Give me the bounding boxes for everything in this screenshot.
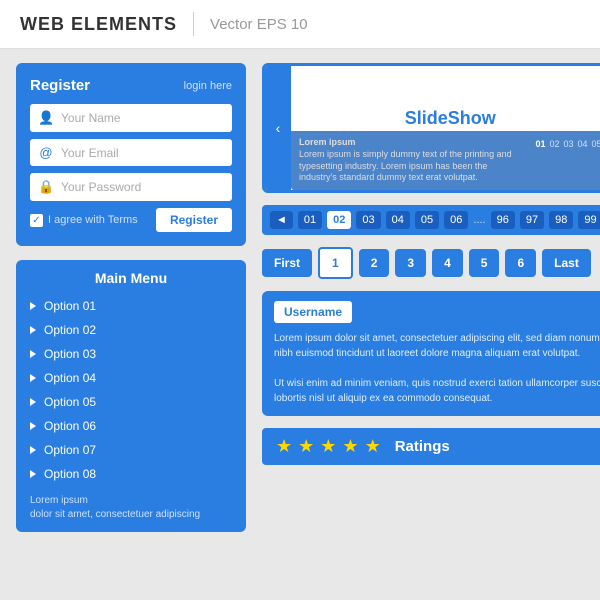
- lorem-title: Lorem ipsum: [299, 137, 356, 147]
- slideshow-dots: 01 02 03 04 05: [535, 139, 600, 149]
- slide-dot-4[interactable]: 04: [577, 139, 587, 149]
- lorem-text: Lorem ipsum is simply dummy text of the …: [299, 149, 512, 182]
- register-button[interactable]: Register: [156, 208, 232, 232]
- menu-item-label-7: Option 07: [44, 443, 96, 457]
- menu-item-5[interactable]: Option 05: [16, 390, 246, 414]
- header-title: WEB ELEMENTS: [20, 14, 177, 35]
- star-3[interactable]: ★: [320, 436, 336, 457]
- nav-page-5[interactable]: 5: [469, 249, 500, 277]
- menu-item-1[interactable]: Option 01: [16, 294, 246, 318]
- menu-item-label-5: Option 05: [44, 395, 96, 409]
- nav-page-4[interactable]: 4: [432, 249, 463, 277]
- slideshow-prev-button[interactable]: ‹: [265, 66, 291, 190]
- pagination-ellipsis: ....: [473, 214, 485, 226]
- nav-first-button[interactable]: First: [262, 249, 312, 277]
- menu-item-8[interactable]: Option 08: [16, 462, 246, 486]
- menu-arrow-icon: [30, 470, 36, 478]
- comment-text-2: Ut wisi enim ad minim veniam, quis nostr…: [274, 376, 600, 406]
- name-placeholder: Your Name: [61, 111, 121, 125]
- menu-item-label-2: Option 02: [44, 323, 96, 337]
- slideshow-bottom: Lorem ipsum Lorem ipsum is simply dummy …: [291, 131, 600, 190]
- ratings-label: Ratings: [395, 438, 450, 455]
- nav-last-button[interactable]: Last: [542, 249, 591, 277]
- name-input-field[interactable]: 👤 Your Name: [30, 104, 232, 132]
- pag-page-04[interactable]: 04: [386, 211, 410, 229]
- left-column: Register login here 👤 Your Name @ Your E…: [16, 63, 246, 532]
- comment-card: Username Lorem ipsum dolor sit amet, con…: [262, 291, 600, 416]
- nav-page-3[interactable]: 3: [395, 249, 426, 277]
- menu-footer-text: Lorem ipsumdolor sit amet, consectetuer …: [30, 495, 200, 520]
- header-divider: [193, 12, 194, 36]
- password-input-field[interactable]: 🔒 Your Password: [30, 173, 232, 201]
- register-footer: ✓ I agree with Terms Register: [30, 208, 232, 232]
- pag-page-96[interactable]: 96: [491, 211, 515, 229]
- menu-item-4[interactable]: Option 04: [16, 366, 246, 390]
- main-layout: Register login here 👤 Your Name @ Your E…: [0, 49, 600, 546]
- comment-username: Username: [274, 301, 352, 323]
- register-header: Register login here: [30, 77, 232, 94]
- agree-checkbox[interactable]: ✓: [30, 214, 43, 227]
- email-placeholder: Your Email: [61, 146, 119, 160]
- agree-text: I agree with Terms: [48, 214, 138, 226]
- slideshow-label: SlideShow: [405, 108, 496, 129]
- pag-page-97[interactable]: 97: [520, 211, 544, 229]
- slide-dot-3[interactable]: 03: [563, 139, 573, 149]
- login-link[interactable]: login here: [184, 80, 232, 92]
- pag-page-05[interactable]: 05: [415, 211, 439, 229]
- email-icon: @: [38, 145, 54, 160]
- lock-icon: 🔒: [38, 179, 54, 195]
- pag-page-01[interactable]: 01: [298, 211, 322, 229]
- menu-item-6[interactable]: Option 06: [16, 414, 246, 438]
- slide-dot-1[interactable]: 01: [535, 139, 545, 149]
- slideshow-card: ‹ SlideShow › Lorem ipsum Lorem ipsum is…: [262, 63, 600, 193]
- menu-arrow-icon: [30, 446, 36, 454]
- slide-dot-2[interactable]: 02: [549, 139, 559, 149]
- pag-page-99[interactable]: 99: [578, 211, 600, 229]
- menu-arrow-icon: [30, 374, 36, 382]
- menu-arrow-icon: [30, 398, 36, 406]
- menu-arrow-icon: [30, 422, 36, 430]
- menu-arrow-icon: [30, 326, 36, 334]
- header: WEB ELEMENTS Vector EPS 10: [0, 0, 600, 49]
- pag-page-03[interactable]: 03: [356, 211, 380, 229]
- menu-title: Main Menu: [16, 270, 246, 286]
- agree-label[interactable]: ✓ I agree with Terms: [30, 214, 138, 227]
- menu-arrow-icon: [30, 302, 36, 310]
- pagination-prev-button[interactable]: ◄: [270, 211, 293, 229]
- star-4[interactable]: ★: [342, 436, 358, 457]
- register-title: Register: [30, 77, 90, 94]
- pag-page-02[interactable]: 02: [327, 211, 351, 229]
- menu-item-2[interactable]: Option 02: [16, 318, 246, 342]
- comment-text-1: Lorem ipsum dolor sit amet, consectetuer…: [274, 331, 600, 361]
- menu-item-label-6: Option 06: [44, 419, 96, 433]
- menu-footer: Lorem ipsumdolor sit amet, consectetuer …: [16, 486, 246, 522]
- star-1[interactable]: ★: [276, 436, 292, 457]
- nav-buttons-bar: First 1 2 3 4 5 6 Last: [262, 247, 600, 279]
- header-subtitle: Vector EPS 10: [210, 16, 308, 33]
- slide-dot-5[interactable]: 05: [592, 139, 600, 149]
- pagination-bar: ◄ 01 02 03 04 05 06 .... 96 97 98 99 ►: [262, 205, 600, 235]
- menu-item-7[interactable]: Option 07: [16, 438, 246, 462]
- pag-page-06[interactable]: 06: [444, 211, 468, 229]
- menu-item-label-3: Option 03: [44, 347, 96, 361]
- menu-item-label-1: Option 01: [44, 299, 96, 313]
- slideshow-lorem: Lorem ipsum Lorem ipsum is simply dummy …: [299, 137, 525, 184]
- right-column: ‹ SlideShow › Lorem ipsum Lorem ipsum is…: [262, 63, 600, 532]
- nav-page-6[interactable]: 6: [505, 249, 536, 277]
- password-placeholder: Your Password: [61, 180, 141, 194]
- menu-item-label-8: Option 08: [44, 467, 96, 481]
- menu-arrow-icon: [30, 350, 36, 358]
- register-card: Register login here 👤 Your Name @ Your E…: [16, 63, 246, 246]
- menu-card: Main Menu Option 01 Option 02 Option 03 …: [16, 260, 246, 532]
- star-5[interactable]: ★: [365, 436, 381, 457]
- email-input-field[interactable]: @ Your Email: [30, 139, 232, 166]
- ratings-bar: ★ ★ ★ ★ ★ Ratings: [262, 428, 600, 465]
- pag-page-98[interactable]: 98: [549, 211, 573, 229]
- nav-page-1[interactable]: 1: [318, 247, 353, 279]
- star-2[interactable]: ★: [298, 436, 314, 457]
- user-icon: 👤: [38, 110, 54, 126]
- nav-page-2[interactable]: 2: [359, 249, 390, 277]
- menu-item-label-4: Option 04: [44, 371, 96, 385]
- menu-item-3[interactable]: Option 03: [16, 342, 246, 366]
